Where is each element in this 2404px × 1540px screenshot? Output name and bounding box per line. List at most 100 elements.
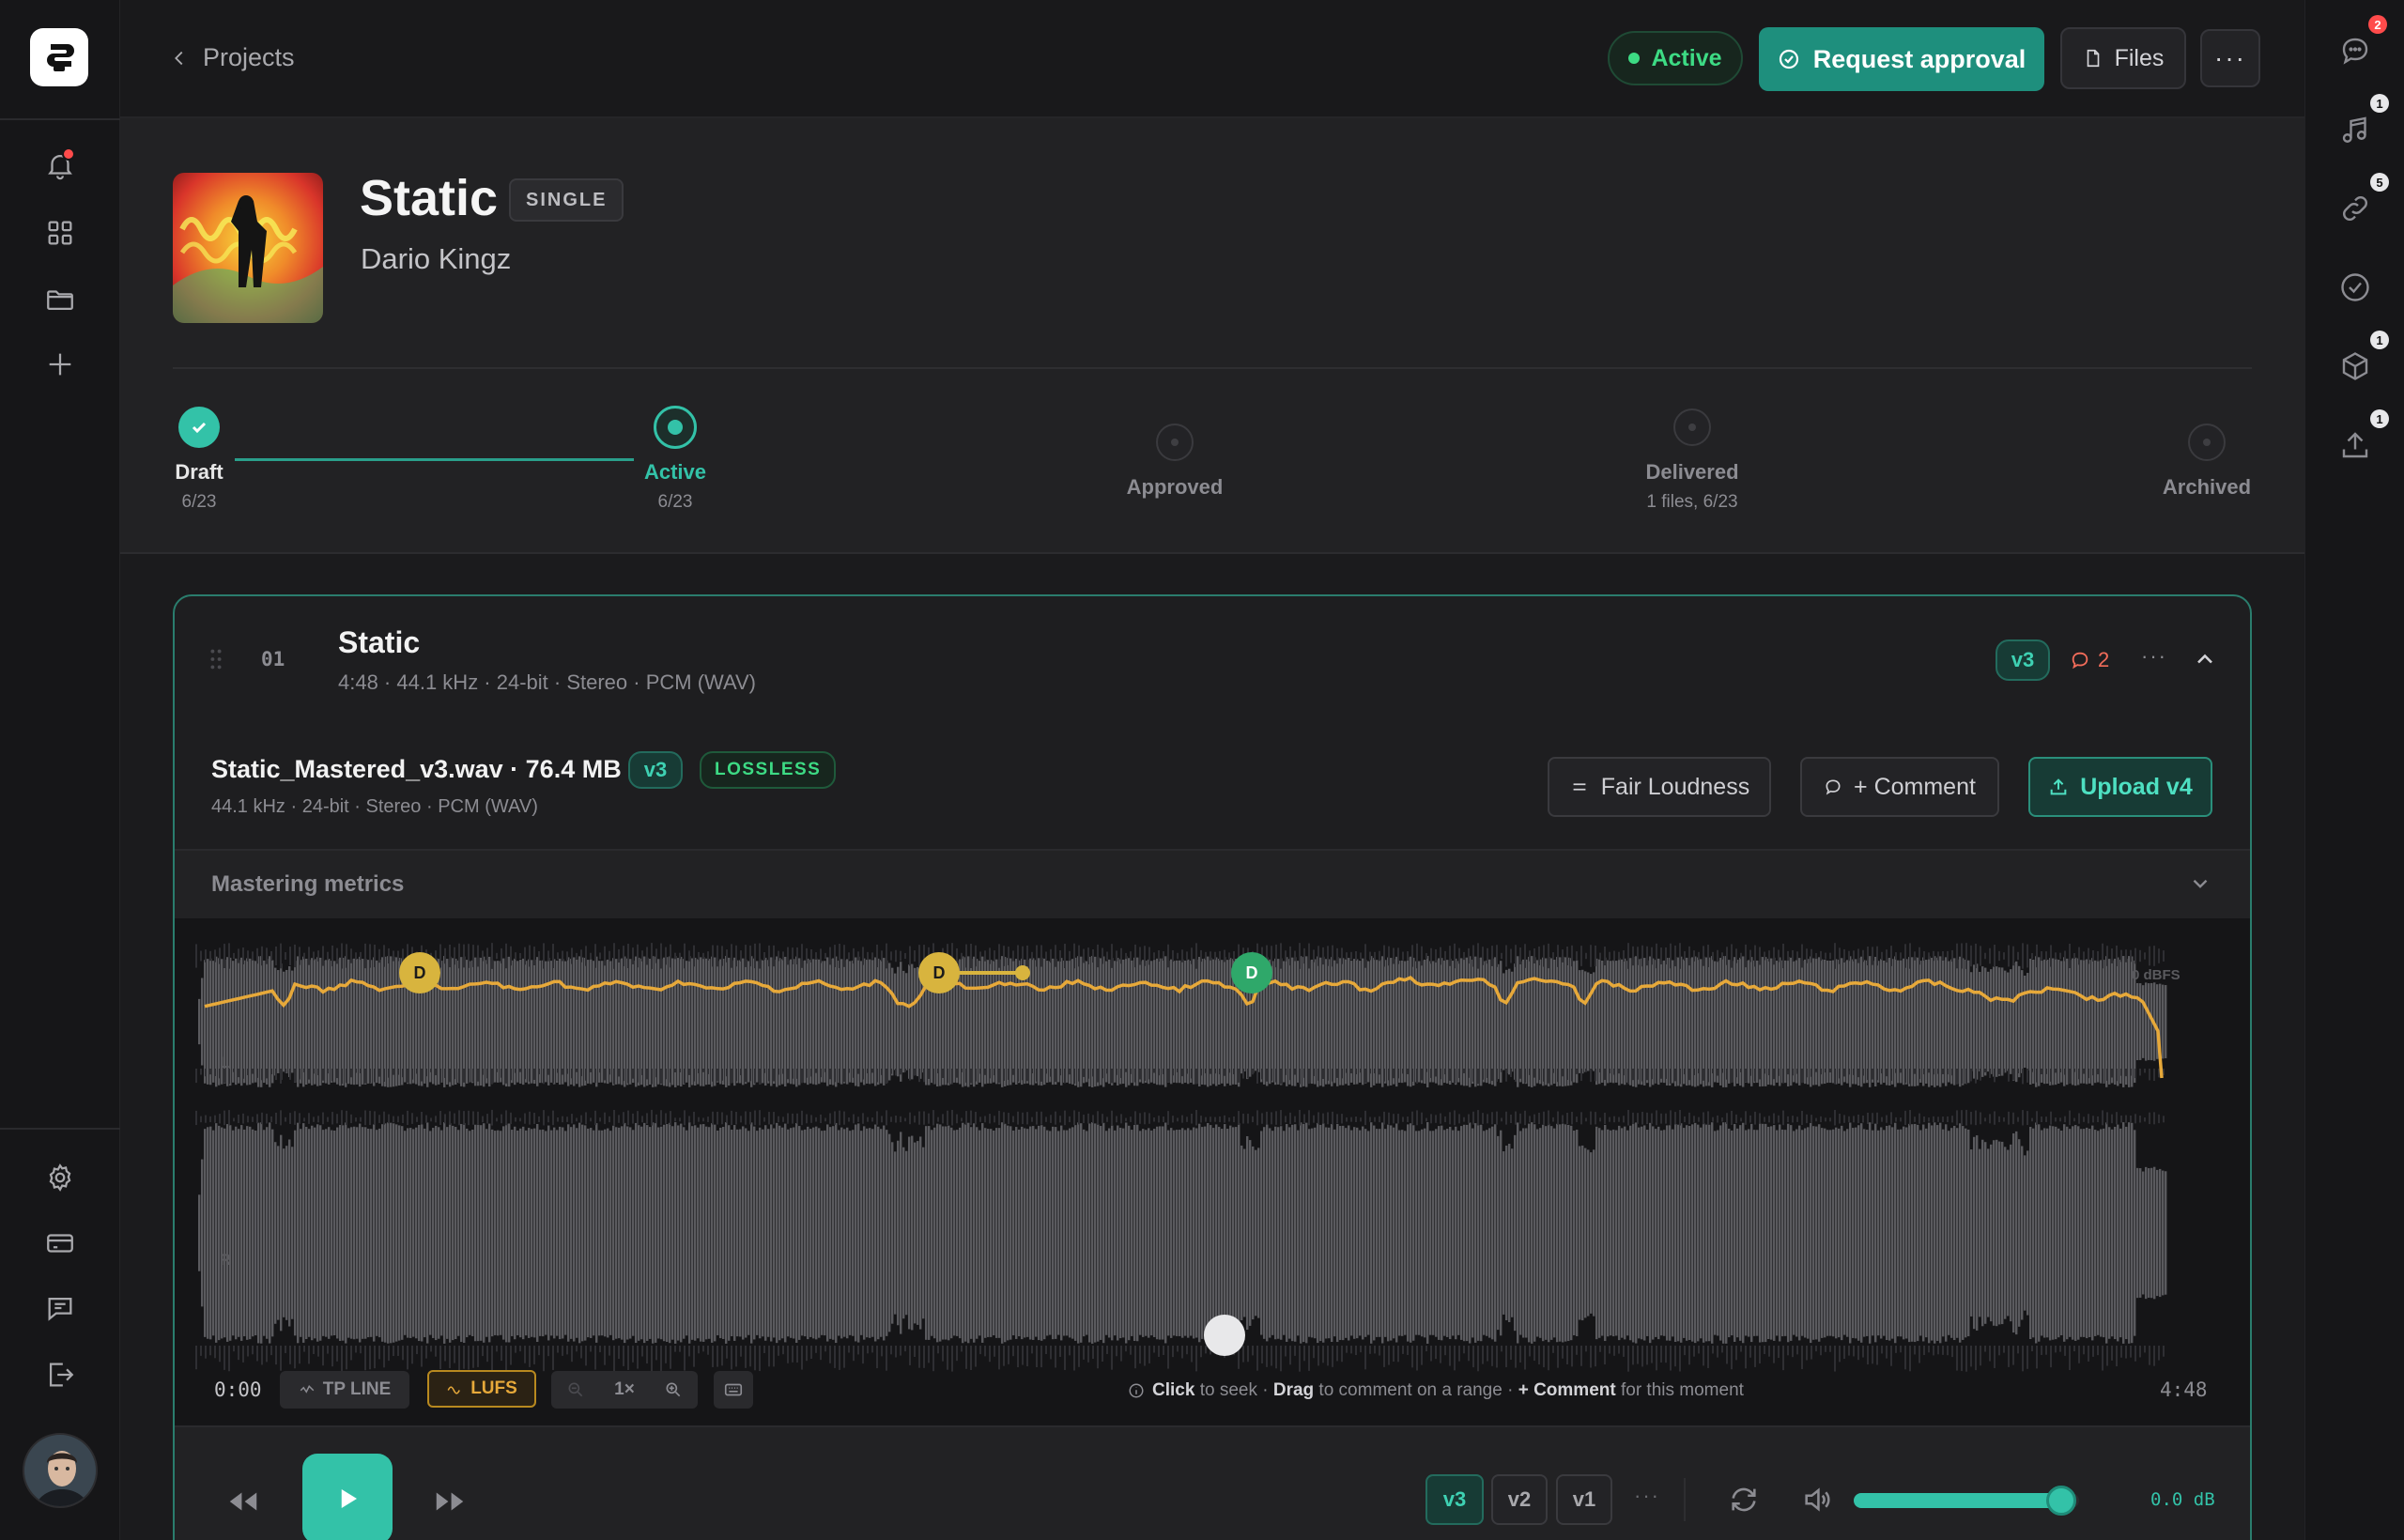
- version-button-v2[interactable]: v2: [1491, 1474, 1548, 1525]
- rail-chat-icon[interactable]: [2335, 30, 2376, 71]
- request-approval-button[interactable]: Request approval: [1759, 27, 2044, 91]
- drag-handle-icon[interactable]: [208, 648, 223, 670]
- playhead-knob[interactable]: [1203, 1315, 1245, 1356]
- waveform-spike: [1482, 1113, 1484, 1124]
- waveform-bar: [263, 960, 266, 1084]
- waveform-spike: [932, 1346, 934, 1372]
- zoom-in-icon[interactable]: [664, 1380, 683, 1399]
- waveform-bar: [936, 1123, 939, 1343]
- volume-knob[interactable]: [2045, 1486, 2076, 1516]
- waveform-bar: [1212, 959, 1215, 1085]
- grid-icon[interactable]: [39, 212, 81, 254]
- waveform-bar: [984, 1128, 987, 1338]
- waveform-bar: [722, 1127, 725, 1339]
- waveform-spike: [1242, 1069, 1244, 1079]
- rewind-icon[interactable]: [225, 1484, 261, 1519]
- comment-button[interactable]: + Comment: [1800, 757, 1999, 817]
- step-approved-node[interactable]: [1156, 424, 1194, 461]
- tp-line-toggle[interactable]: TP LINE: [280, 1371, 409, 1409]
- version-button-v1[interactable]: v1: [1556, 1474, 1612, 1525]
- waveform-bar: [1286, 957, 1288, 1086]
- rail-music-note-icon[interactable]: [2335, 109, 2376, 150]
- waveform-spike: [576, 1346, 578, 1352]
- play-button[interactable]: [302, 1454, 393, 1540]
- waveform-spike: [557, 1116, 559, 1122]
- fair-loudness-button[interactable]: Fair Loudness: [1548, 757, 1771, 817]
- waveform-spike: [1947, 1069, 1949, 1075]
- comment-marker[interactable]: D: [1231, 952, 1272, 993]
- files-button[interactable]: Files: [2060, 27, 2186, 89]
- loop-icon[interactable]: [1728, 1484, 1760, 1516]
- volume-icon[interactable]: [1801, 1484, 1833, 1516]
- waveform-bar: [1241, 1145, 1243, 1321]
- waveform-spike: [1773, 947, 1775, 965]
- mastering-metrics-toggle[interactable]: [175, 851, 2250, 918]
- waveform-spike: [1670, 1110, 1672, 1126]
- plus-icon[interactable]: [39, 344, 81, 385]
- waveform-spike: [1613, 1069, 1615, 1075]
- waveform-spike: [1411, 1069, 1413, 1083]
- waveform-spike: [1186, 1116, 1188, 1122]
- folder-icon[interactable]: [39, 279, 81, 320]
- waveform-spike: [1355, 1116, 1357, 1123]
- zoom-out-icon[interactable]: [566, 1380, 585, 1399]
- card-icon[interactable]: [39, 1223, 81, 1264]
- waveform-bar: [1038, 1125, 1040, 1341]
- waveform-bar: [1469, 1122, 1472, 1344]
- waveform-bar: [778, 1125, 781, 1341]
- metrics-chevron-down-icon[interactable]: [2188, 871, 2212, 896]
- waveform-spike: [1731, 944, 1733, 968]
- waveform-spike: [1430, 1114, 1432, 1124]
- waveform-bar: [508, 956, 511, 1087]
- waveform-bar: [457, 1130, 460, 1336]
- waveform-spike: [1684, 1116, 1686, 1123]
- rail-link-icon[interactable]: [2335, 188, 2376, 229]
- rail-link-badge: 5: [2370, 173, 2389, 192]
- status-badge[interactable]: Active: [1608, 31, 1743, 85]
- step-archived-node[interactable]: [2188, 424, 2226, 461]
- waveform-spike: [238, 1114, 239, 1124]
- step-draft-node[interactable]: [178, 407, 220, 448]
- comment-count[interactable]: 2: [2070, 648, 2109, 672]
- lufs-toggle[interactable]: LUFS: [427, 1370, 536, 1408]
- waveform-spike: [1069, 1069, 1071, 1075]
- rail-box-icon[interactable]: [2335, 346, 2376, 387]
- waveform-bar: [1032, 958, 1035, 1086]
- app-logo[interactable]: [30, 28, 88, 86]
- waveform-spike: [242, 1113, 244, 1124]
- step-delivered-node[interactable]: [1673, 408, 1711, 446]
- track-more-button[interactable]: ···: [2141, 644, 2167, 669]
- more-button[interactable]: ···: [2200, 29, 2260, 87]
- upload-version-button[interactable]: Upload v4: [2028, 757, 2212, 817]
- waveform-bar: [2049, 1125, 2052, 1341]
- waveform-spike: [1975, 1110, 1977, 1126]
- artist-name[interactable]: Dario Kingz: [361, 242, 511, 276]
- comment-marker[interactable]: D: [399, 952, 440, 993]
- comment-marker[interactable]: D: [918, 952, 960, 993]
- waveform-bar: [1525, 1128, 1528, 1338]
- logout-icon[interactable]: [39, 1354, 81, 1395]
- waveform-bar: [1410, 1123, 1412, 1343]
- rail-check-circle-icon[interactable]: [2335, 267, 2376, 308]
- waveform-bar: [812, 959, 815, 1085]
- track-version-badge[interactable]: v3: [1996, 639, 2050, 681]
- collapse-chevron-icon[interactable]: [2192, 646, 2218, 672]
- rail-upload-icon[interactable]: [2335, 424, 2376, 466]
- gear-icon[interactable]: [39, 1157, 81, 1198]
- fast-forward-icon[interactable]: [432, 1484, 468, 1519]
- waveform-spike: [1411, 1346, 1413, 1368]
- waveform-bar: [1835, 959, 1838, 1085]
- waveform-spike: [1604, 1346, 1606, 1365]
- step-active-node[interactable]: [654, 406, 697, 449]
- breadcrumb-back[interactable]: Projects: [169, 43, 295, 72]
- keyboard-icon[interactable]: [714, 1371, 753, 1409]
- file-name[interactable]: Static_Mastered_v3.wav · 76.4 MB: [211, 755, 622, 784]
- waveform-bar: [1956, 1128, 1959, 1338]
- waveform-bar: [1319, 1124, 1322, 1342]
- version-button-v3[interactable]: v3: [1425, 1474, 1484, 1525]
- feedback-icon[interactable]: [39, 1287, 81, 1329]
- avatar[interactable]: [23, 1433, 98, 1508]
- range-end-handle[interactable]: [1015, 965, 1030, 980]
- versions-more-button[interactable]: ···: [1634, 1484, 1660, 1508]
- waveform-spike: [1271, 946, 1272, 966]
